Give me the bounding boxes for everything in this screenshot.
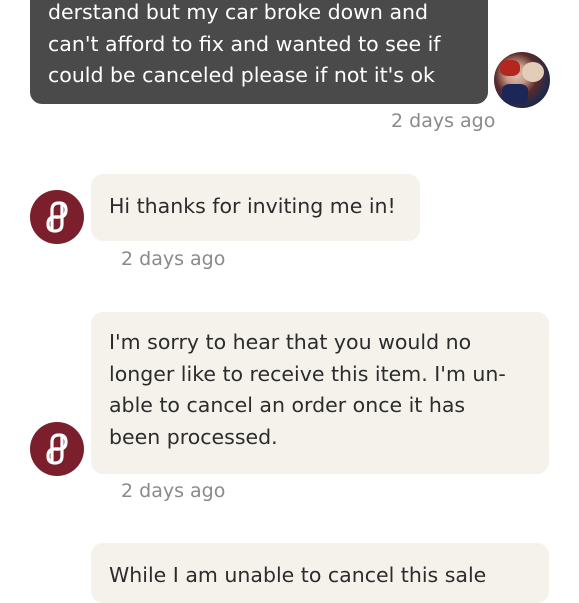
message-bubble-agent: While I am unable to cancel this sale <box>91 543 549 603</box>
message-timestamp: 2 days ago <box>391 110 496 132</box>
message-text: derstand but my car broke down and <box>48 0 429 24</box>
message-bubble-user: derstand but my car broke down and can't… <box>30 0 488 104</box>
message-text: I'm sorry to hear that you would no <box>109 330 472 354</box>
message-text: Hi thanks for inviting me in! <box>109 194 396 218</box>
message-text: could be canceled please if not it's ok <box>48 63 435 87</box>
message-timestamp: 2 days ago <box>121 480 226 502</box>
message-bubble-agent: I'm sorry to hear that you would no long… <box>91 312 549 474</box>
message-text: able to cancel an order once it has <box>109 393 466 417</box>
user-avatar[interactable] <box>494 52 550 108</box>
message-text: can't afford to fix and wanted to see if <box>48 31 441 56</box>
poshmark-logo-icon <box>30 190 84 244</box>
message-bubble-agent: Hi thanks for inviting me in! <box>91 174 420 241</box>
message-text: While I am unable to cancel this sale <box>109 563 487 587</box>
poshmark-logo-icon <box>30 422 84 476</box>
message-text: longer like to receive this item. I'm un… <box>109 361 506 386</box>
message-text: been processed. <box>109 424 278 449</box>
message-timestamp: 2 days ago <box>121 248 226 270</box>
